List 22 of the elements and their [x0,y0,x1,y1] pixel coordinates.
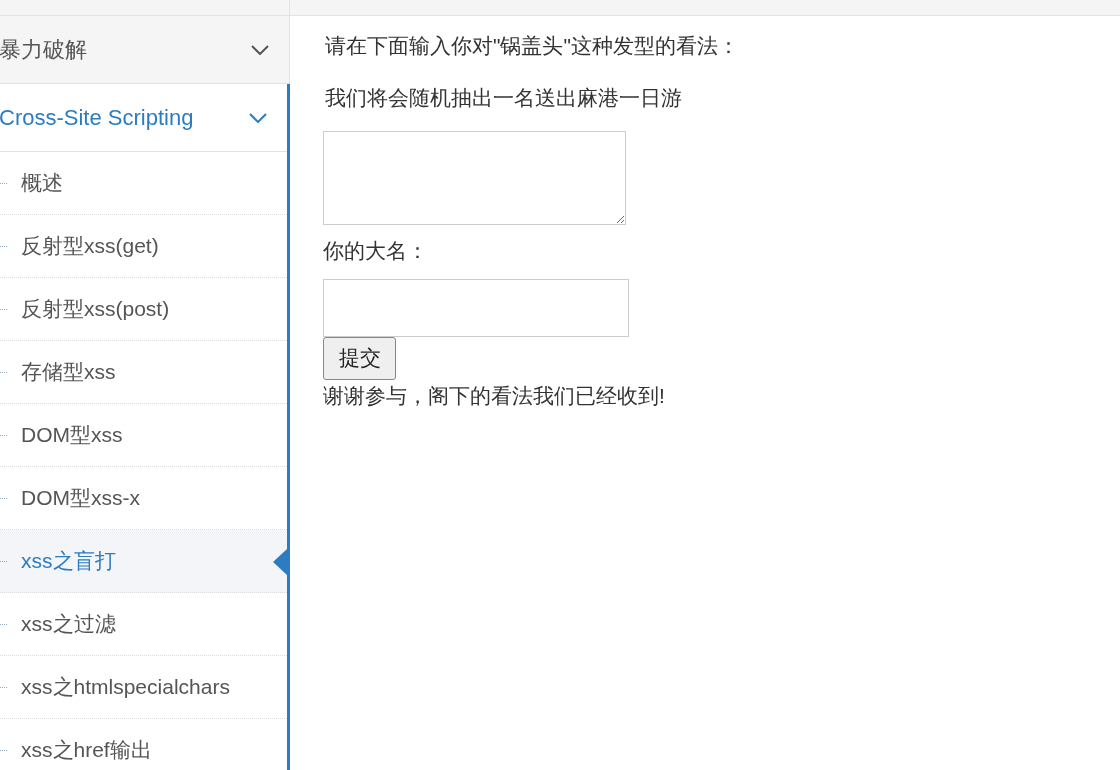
name-input[interactable] [323,278,629,337]
item-tick [0,435,7,436]
notice-text: 我们将会随机抽出一名送出麻港一日游 [325,84,682,111]
item-tick [0,561,7,562]
result-message: 谢谢参与，阁下的看法我们已经收到! [323,382,665,409]
submit-button[interactable]: 提交 [323,336,396,380]
item-tick [0,624,7,625]
item-tick [0,309,7,310]
item-tick [0,183,7,184]
chevron-down-icon [249,112,267,123]
sidebar-item[interactable]: xss之盲打 [0,530,287,593]
comment-textarea[interactable] [323,131,626,225]
name-label: 你的大名： [323,238,428,264]
item-tick [0,498,7,499]
item-tick [0,246,7,247]
item-tick [0,372,7,373]
sidebar-section-header[interactable]: 暴力破解 [0,16,289,84]
item-tick [0,687,7,688]
item-tick [0,750,7,751]
chevron-down-icon [251,44,269,55]
active-pointer-icon [273,549,287,575]
prompt-text: 请在下面输入你对"锅盖头"这种发型的看法： [325,33,739,59]
